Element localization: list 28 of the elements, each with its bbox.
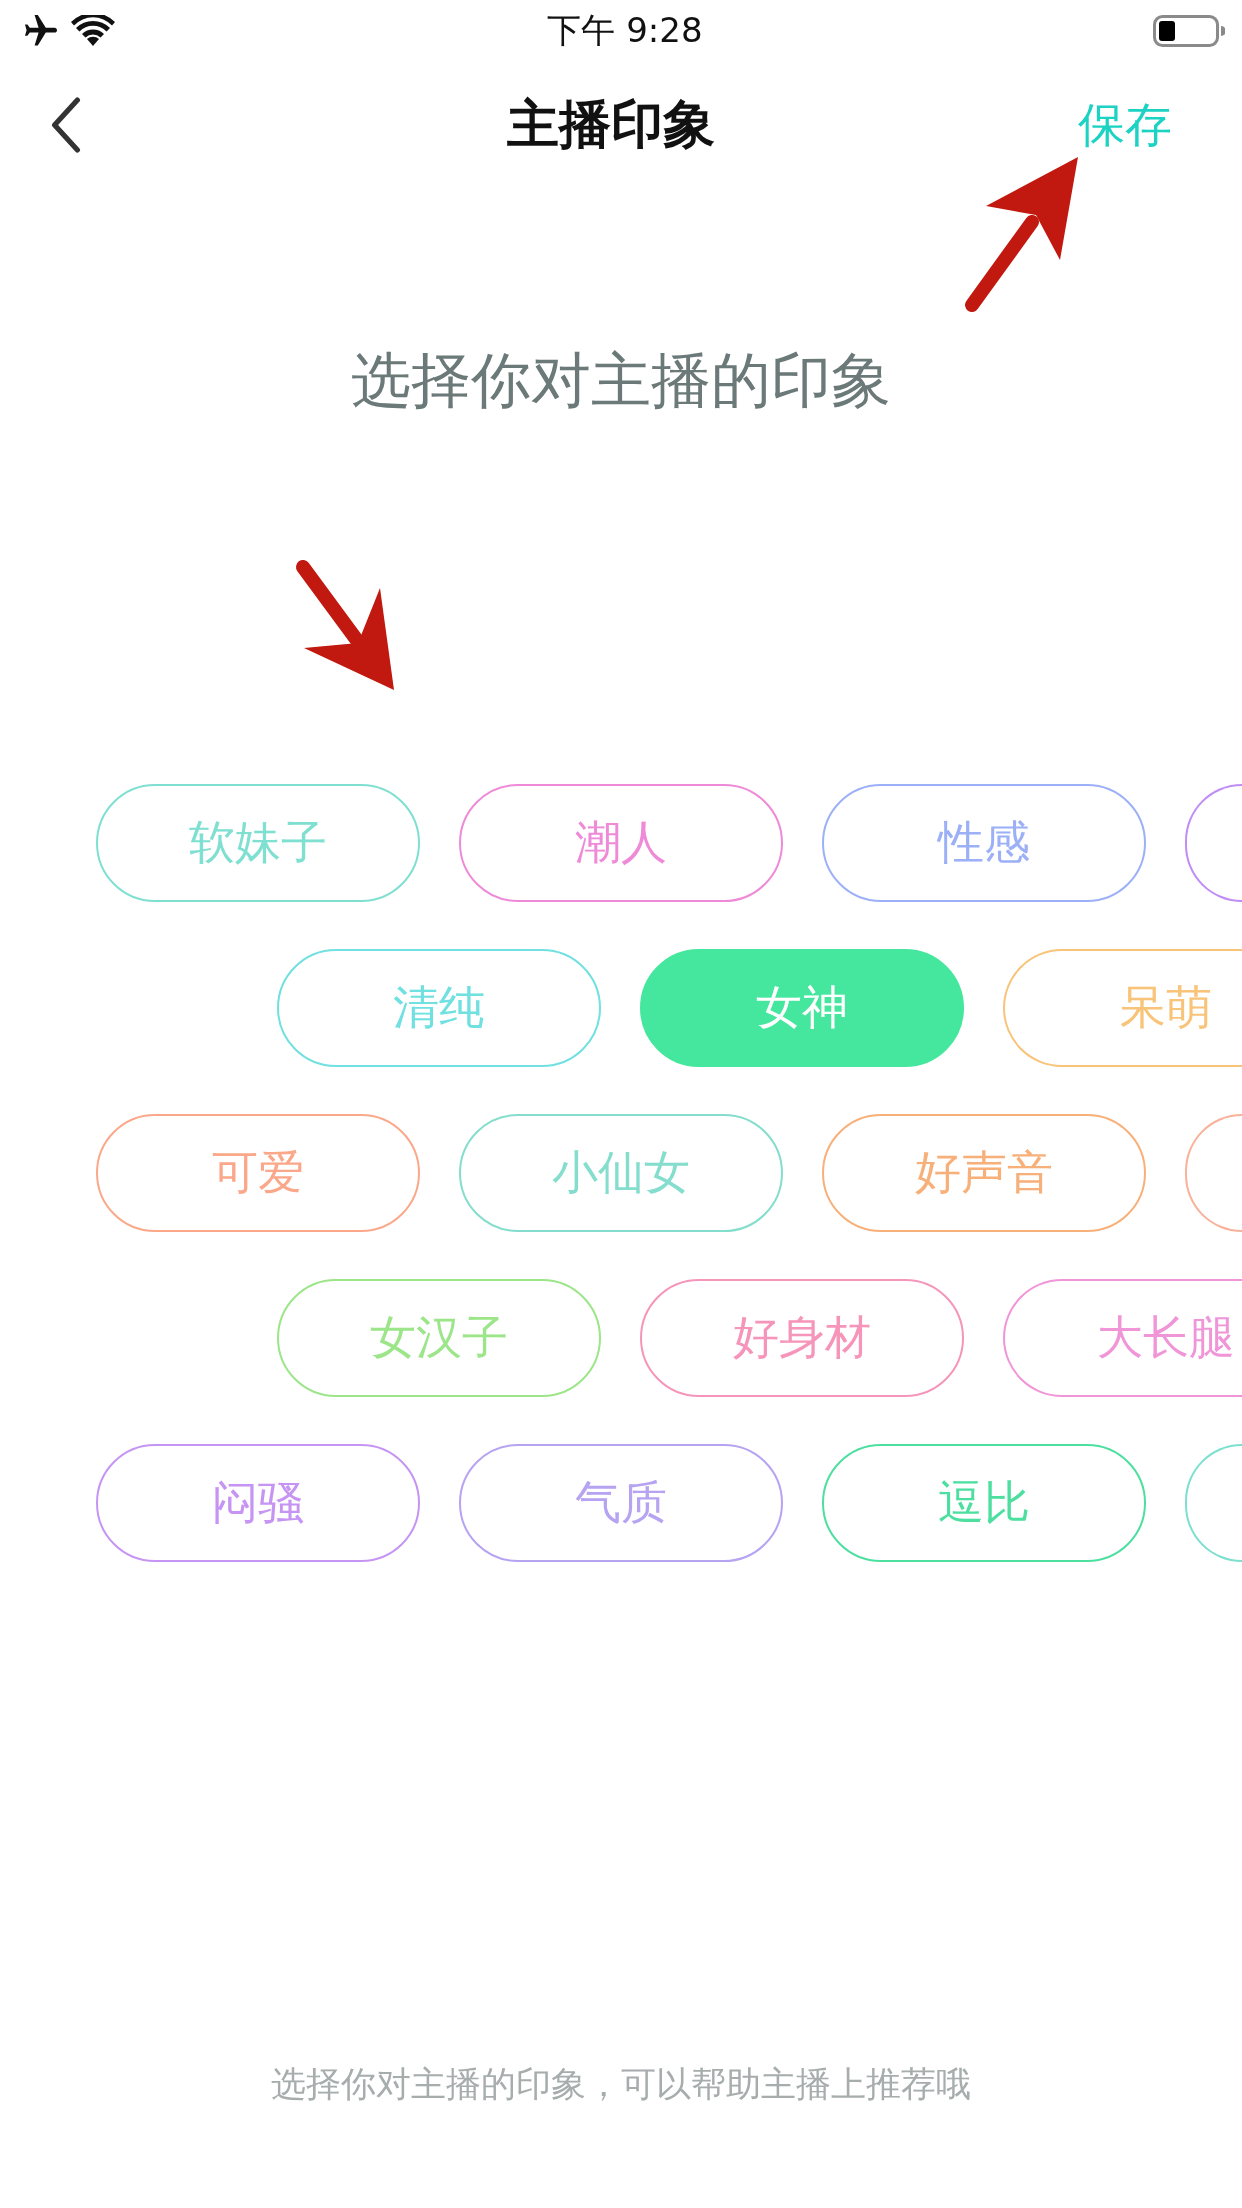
impression-tag[interactable] [1185,1114,1242,1232]
chevron-left-icon [50,97,82,153]
impression-tag[interactable]: 软妹子 [96,784,420,902]
impression-tag[interactable]: 性感 [822,784,1146,902]
impression-tag[interactable]: 潮人 [459,784,783,902]
impression-tag[interactable] [1185,1444,1242,1562]
hint-text: 选择你对主播的印象，可以帮助主播上推荐哦 [271,2063,971,2106]
impression-tag[interactable]: 呆萌 [1003,949,1242,1067]
airplane-icon [25,15,57,47]
impression-tag[interactable]: 好身材 [640,1279,964,1397]
impression-tag[interactable]: 女汉子 [277,1279,601,1397]
impression-tag[interactable]: 气质 [459,1444,783,1562]
save-button[interactable]: 保存 [1078,93,1172,157]
impression-tag[interactable]: 小仙女 [459,1114,783,1232]
impression-tag[interactable] [1185,784,1242,902]
impression-tag[interactable]: 好声音 [822,1114,1146,1232]
impression-tag[interactable]: 清纯 [277,949,601,1067]
page-title: 主播印象 [507,93,715,156]
battery-icon [1153,15,1225,47]
impression-tag[interactable]: 逗比 [822,1444,1146,1562]
status-time: 下午 9:28 [547,9,703,52]
wifi-icon [71,15,115,47]
impression-tag[interactable]: 可爱 [96,1114,420,1232]
impression-tag[interactable]: 女神 [640,949,964,1067]
impression-tag[interactable]: 大长腿 [1003,1279,1242,1397]
prompt-heading: 选择你对主播的印象 [351,344,891,417]
back-button[interactable] [50,97,82,153]
impression-tag[interactable]: 闷骚 [96,1444,420,1562]
